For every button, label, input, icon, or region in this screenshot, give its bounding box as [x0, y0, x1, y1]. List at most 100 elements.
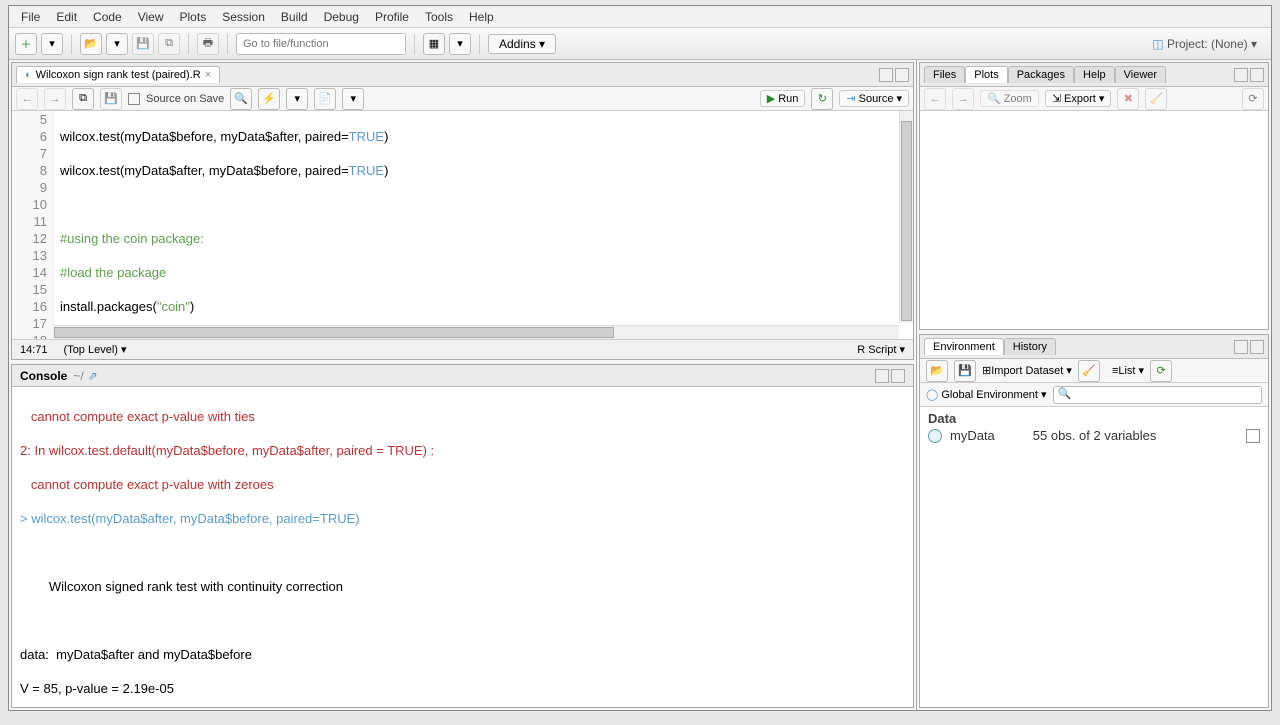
editor-toolbar: ← → ⧉ 💾 Source on Save 🔍 ⚡ ▾ 📄 ▾ ▶Run ↻ … — [12, 87, 913, 111]
separator — [227, 34, 228, 54]
maximize-pane-button[interactable] — [895, 68, 909, 82]
minimize-pane-button[interactable] — [879, 68, 893, 82]
close-tab-icon[interactable]: × — [205, 69, 211, 81]
goto-file-function-input[interactable] — [236, 33, 406, 55]
console-header: Console ~/ ⇗ — [12, 365, 913, 387]
menu-help[interactable]: Help — [461, 8, 502, 25]
plots-pane: Files Plots Packages Help Viewer ← → 🔍Zo… — [919, 62, 1269, 330]
addins-dropdown[interactable]: Addins ▾ — [488, 34, 556, 54]
print-button[interactable]: 🖶 — [197, 33, 219, 55]
tab-history[interactable]: History — [1004, 338, 1056, 355]
find-button[interactable]: 🔍 — [230, 88, 252, 110]
forward-button[interactable]: → — [44, 88, 66, 110]
tab-help[interactable]: Help — [1074, 66, 1115, 83]
wand-button[interactable]: ⚡ — [258, 88, 280, 110]
grid-dropdown[interactable]: ▾ — [449, 33, 471, 55]
tab-environment[interactable]: Environment — [924, 338, 1004, 355]
load-workspace-button[interactable]: 📂 — [926, 360, 948, 382]
rerun-button[interactable]: ↻ — [811, 88, 833, 110]
grid-view-button[interactable]: ▦ — [423, 33, 445, 55]
notebook-button[interactable]: 📄 — [314, 88, 336, 110]
minimize-env-button[interactable] — [1234, 340, 1248, 354]
save-button[interactable]: 💾 — [132, 33, 154, 55]
open-file-button[interactable]: 📂 — [80, 33, 102, 55]
menu-plots[interactable]: Plots — [172, 8, 215, 25]
code-editor[interactable]: 56789101112131415161718 wilcox.test(myDa… — [12, 111, 913, 339]
separator — [414, 34, 415, 54]
minimize-console-button[interactable] — [875, 369, 889, 383]
tab-packages[interactable]: Packages — [1008, 66, 1074, 83]
menu-profile[interactable]: Profile — [367, 8, 417, 25]
refresh-plots-button[interactable]: ⟳ — [1242, 88, 1264, 110]
plot-area — [920, 111, 1268, 329]
console-path-icon[interactable]: ⇗ — [88, 369, 98, 383]
expand-toggle-icon[interactable] — [928, 429, 942, 443]
tab-files[interactable]: Files — [924, 66, 965, 83]
import-dataset-dropdown[interactable]: ⊞Import Dataset ▾ — [982, 364, 1072, 377]
source-button[interactable]: ⇥Source ▾ — [839, 90, 909, 107]
separator — [71, 34, 72, 54]
save-file-button[interactable]: 💾 — [100, 88, 122, 110]
env-scope-bar: ◯ Global Environment ▾ 🔍 — [920, 383, 1268, 407]
wand-dropdown[interactable]: ▾ — [286, 88, 308, 110]
cursor-position: 14:71 — [20, 344, 48, 356]
tab-plots[interactable]: Plots — [965, 66, 1007, 83]
scope-selector[interactable]: (Top Level) ▾ — [64, 343, 127, 356]
language-selector[interactable]: R Script ▾ — [857, 343, 905, 356]
plots-toolbar: ← → 🔍Zoom ⇲Export ▾ ✖ 🧹 ⟳ — [920, 87, 1268, 111]
editor-horizontal-scrollbar[interactable] — [54, 325, 899, 339]
project-menu[interactable]: ◫ Project: (None) ▾ — [1152, 37, 1265, 51]
global-env-dropdown[interactable]: ◯ Global Environment ▾ — [926, 388, 1047, 401]
maximize-plots-button[interactable] — [1250, 68, 1264, 82]
tab-viewer[interactable]: Viewer — [1115, 66, 1166, 83]
env-search-input[interactable]: 🔍 — [1053, 386, 1262, 404]
env-tabbar: Environment History — [920, 335, 1268, 359]
env-item-mydata[interactable]: myData 55 obs. of 2 variables — [928, 428, 1260, 443]
editor-status-bar: 14:71 (Top Level) ▾ R Script ▾ — [12, 339, 913, 359]
menu-build[interactable]: Build — [273, 8, 316, 25]
env-body: Data myData 55 obs. of 2 variables — [920, 407, 1268, 707]
editor-tab[interactable]: ◐ Wilcoxon sign rank test (paired).R × — [16, 66, 220, 83]
menu-debug[interactable]: Debug — [316, 8, 367, 25]
plot-back-button[interactable]: ← — [924, 88, 946, 110]
new-file-dropdown[interactable]: ▾ — [41, 33, 63, 55]
environment-pane: Environment History 📂 💾 ⊞Import Dataset … — [919, 334, 1269, 708]
menu-tools[interactable]: Tools — [417, 8, 461, 25]
env-item-name: myData — [950, 428, 995, 443]
list-view-dropdown[interactable]: ≡List ▾ — [1112, 364, 1144, 377]
source-on-save-checkbox[interactable] — [128, 93, 140, 105]
notebook-dropdown[interactable]: ▾ — [342, 88, 364, 110]
new-file-button[interactable]: ＋ — [15, 33, 37, 55]
code-body[interactable]: wilcox.test(myData$before, myData$after,… — [54, 111, 913, 339]
plots-tabbar: Files Plots Packages Help Viewer — [920, 63, 1268, 87]
clear-plots-button[interactable]: 🧹 — [1145, 88, 1167, 110]
back-button[interactable]: ← — [16, 88, 38, 110]
zoom-button[interactable]: 🔍Zoom — [980, 90, 1039, 107]
menu-file[interactable]: File — [13, 8, 48, 25]
maximize-console-button[interactable] — [891, 369, 905, 383]
clear-env-button[interactable]: 🧹 — [1078, 360, 1100, 382]
separator — [188, 34, 189, 54]
remove-plot-button[interactable]: ✖ — [1117, 88, 1139, 110]
run-button[interactable]: ▶Run — [760, 90, 806, 107]
maximize-env-button[interactable] — [1250, 340, 1264, 354]
save-workspace-button[interactable]: 💾 — [954, 360, 976, 382]
open-recent-dropdown[interactable]: ▾ — [106, 33, 128, 55]
export-dropdown[interactable]: ⇲Export ▾ — [1045, 90, 1112, 107]
menu-session[interactable]: Session — [214, 8, 273, 25]
refresh-env-button[interactable]: ⟳ — [1150, 360, 1172, 382]
save-all-button[interactable]: ⧉ — [158, 33, 180, 55]
minimize-plots-button[interactable] — [1234, 68, 1248, 82]
env-item-desc: 55 obs. of 2 variables — [1033, 428, 1157, 443]
rscript-icon: ◐ — [25, 69, 32, 81]
editor-tabbar: ◐ Wilcoxon sign rank test (paired).R × — [12, 63, 913, 87]
menu-code[interactable]: Code — [85, 8, 130, 25]
view-data-icon[interactable] — [1246, 429, 1260, 443]
show-in-new-window-button[interactable]: ⧉ — [72, 88, 94, 110]
plot-forward-button[interactable]: → — [952, 88, 974, 110]
console-body[interactable]: cannot compute exact p-value with ties 2… — [12, 387, 913, 707]
menu-view[interactable]: View — [130, 8, 172, 25]
console-pane: Console ~/ ⇗ cannot compute exact p-valu… — [11, 364, 914, 708]
menu-edit[interactable]: Edit — [48, 8, 85, 25]
editor-vertical-scrollbar[interactable] — [899, 111, 913, 323]
